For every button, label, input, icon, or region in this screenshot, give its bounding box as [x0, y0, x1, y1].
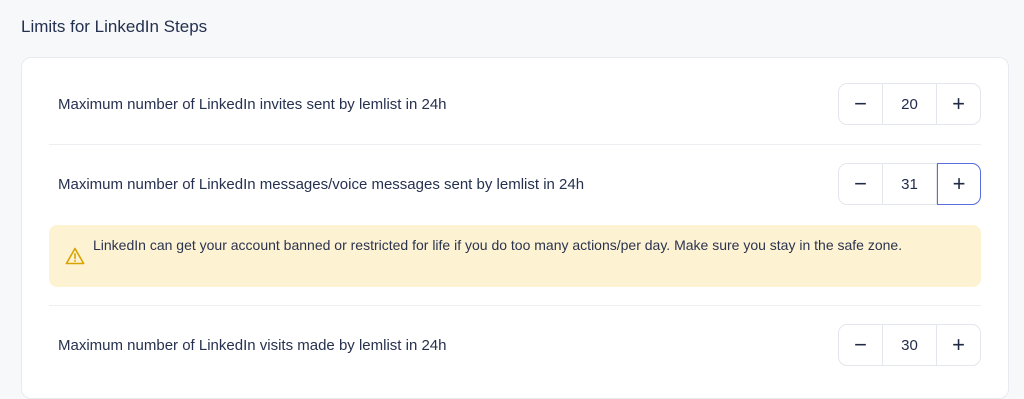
row-divider — [49, 305, 981, 306]
warning-triangle-icon — [65, 247, 85, 265]
limits-card: Maximum number of LinkedIn invites sent … — [21, 57, 1009, 399]
warning-banner: LinkedIn can get your account banned or … — [49, 225, 981, 287]
visits-decrement-button[interactable]: − — [839, 325, 882, 365]
invites-decrement-button[interactable]: − — [839, 84, 882, 124]
limit-row-invites: Maximum number of LinkedIn invites sent … — [49, 83, 981, 125]
visits-value[interactable]: 30 — [882, 325, 937, 365]
messages-value[interactable]: 31 — [882, 164, 937, 204]
invites-value[interactable]: 20 — [882, 84, 937, 124]
invites-stepper: − 20 + — [838, 83, 981, 125]
invites-increment-button[interactable]: + — [937, 84, 980, 124]
limit-row-visits: Maximum number of LinkedIn visits made b… — [49, 324, 981, 366]
row-divider — [49, 144, 981, 145]
limit-label-invites: Maximum number of LinkedIn invites sent … — [58, 95, 447, 113]
warning-text: LinkedIn can get your account banned or … — [93, 237, 903, 253]
messages-decrement-button[interactable]: − — [839, 164, 882, 204]
section-title: Limits for LinkedIn Steps — [21, 17, 208, 36]
visits-stepper: − 30 + — [838, 324, 981, 366]
limit-label-visits: Maximum number of LinkedIn visits made b… — [58, 336, 447, 354]
limit-label-messages: Maximum number of LinkedIn messages/voic… — [58, 175, 585, 193]
messages-increment-button[interactable]: + — [937, 163, 981, 205]
messages-stepper: − 31 + — [838, 163, 981, 205]
visits-increment-button[interactable]: + — [937, 325, 980, 365]
limit-row-messages: Maximum number of LinkedIn messages/voic… — [49, 163, 981, 205]
